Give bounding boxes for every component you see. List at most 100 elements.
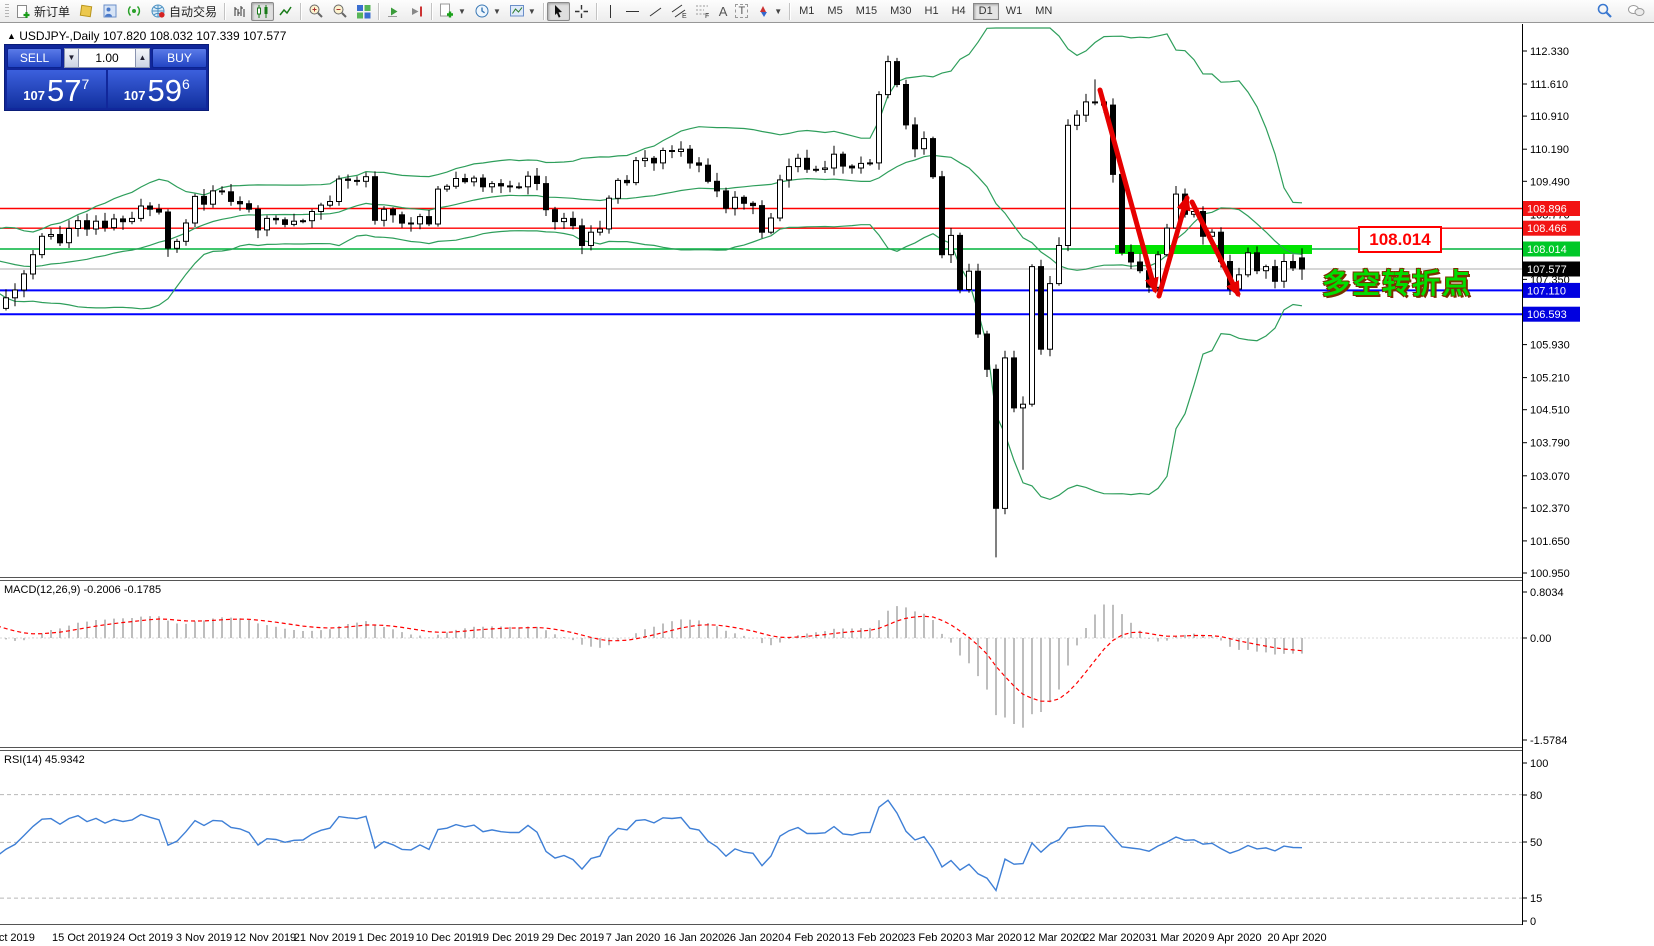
svg-text:31 Mar 2020: 31 Mar 2020 (1145, 932, 1207, 944)
one-click-trading-panel: SELL ▼ ▲ BUY 107577 107596 (4, 44, 209, 111)
svg-text:4 Feb 2020: 4 Feb 2020 (785, 932, 841, 944)
templates-button[interactable]: ▼ (505, 2, 540, 21)
svg-text:0: 0 (1530, 916, 1536, 928)
svg-text:6 Oct 2019: 6 Oct 2019 (0, 932, 35, 944)
volume-decrease-button[interactable]: ▼ (64, 48, 79, 68)
chart-canvas[interactable]: 112.330111.610110.910110.190109.490108.7… (0, 0, 1654, 946)
macd-values: -0.2006 -0.1785 (83, 584, 161, 596)
svg-text:23 Feb 2020: 23 Feb 2020 (903, 932, 965, 944)
svg-text:24 Oct 2019: 24 Oct 2019 (113, 932, 173, 944)
toolbar-grip[interactable] (5, 4, 9, 19)
svg-text:7 Jan 2020: 7 Jan 2020 (606, 932, 660, 944)
auto-scroll-button[interactable] (382, 2, 405, 21)
svg-text:15 Oct 2019: 15 Oct 2019 (52, 932, 112, 944)
svg-text:80: 80 (1530, 790, 1542, 802)
trendline-button[interactable] (644, 2, 667, 21)
user-document-icon[interactable] (98, 2, 122, 21)
timeframe-d1[interactable]: D1 (973, 3, 999, 20)
main-toolbar: 新订单 自动交易 (0, 0, 1654, 23)
periods-button[interactable]: ▼ (470, 2, 505, 21)
chart-symbol-period: USDJPY-,Daily (19, 29, 99, 43)
svg-text:13 Feb 2020: 13 Feb 2020 (842, 932, 904, 944)
svg-text:106.593: 106.593 (1527, 309, 1567, 321)
svg-text:103.070: 103.070 (1530, 471, 1570, 483)
svg-text:107.110: 107.110 (1527, 285, 1566, 297)
svg-text:15: 15 (1530, 893, 1542, 905)
signal-waves-icon[interactable] (122, 2, 146, 21)
timeframe-w1[interactable]: W1 (1000, 3, 1029, 20)
volume-input[interactable] (79, 48, 135, 68)
text-button[interactable]: A (715, 2, 732, 21)
date-axis: 6 Oct 2019 15 Oct 201924 Oct 20193 Nov 20… (0, 932, 1327, 944)
timeframe-m30[interactable]: M30 (884, 3, 917, 20)
svg-text:3 Mar 2020: 3 Mar 2020 (966, 932, 1022, 944)
cursor-button[interactable] (547, 2, 570, 21)
autotrading-button[interactable]: 自动交易 (146, 2, 221, 21)
timeframe-group: M1M5M15M30H1H4D1W1MN (793, 3, 1058, 20)
new-order-icon (16, 4, 31, 19)
svg-text:-1.5784: -1.5784 (1530, 735, 1567, 747)
text-label-button[interactable]: T (731, 2, 752, 21)
bar-chart-button[interactable] (228, 2, 251, 21)
horizontal-line-button[interactable] (621, 2, 644, 21)
svg-text:12 Mar 2020: 12 Mar 2020 (1023, 932, 1085, 944)
svg-text:3 Nov 2019: 3 Nov 2019 (176, 932, 232, 944)
tile-windows-button[interactable] (352, 2, 375, 21)
svg-text:22 Mar 2020: 22 Mar 2020 (1083, 932, 1145, 944)
timeframe-m5[interactable]: M5 (821, 3, 848, 20)
rsi-value: 45.9342 (45, 754, 85, 766)
globe-icon (150, 3, 166, 19)
search-icon[interactable] (1592, 1, 1617, 20)
svg-text:108.896: 108.896 (1527, 204, 1567, 216)
clock-icon (474, 3, 490, 19)
volume-increase-button[interactable]: ▲ (135, 48, 150, 68)
timeframe-m15[interactable]: M15 (850, 3, 883, 20)
svg-text:104.510: 104.510 (1530, 405, 1570, 417)
timeframe-h4[interactable]: H4 (946, 3, 972, 20)
zoom-in-button[interactable] (304, 2, 328, 21)
svg-text:108.466: 108.466 (1527, 223, 1567, 235)
equidistant-channel-button[interactable]: E (667, 2, 691, 21)
svg-text:12 Nov 2019: 12 Nov 2019 (234, 932, 296, 944)
rsi-label: RSI(14) 45.9342 (4, 754, 85, 766)
mt4-window: 新订单 自动交易 (0, 0, 1654, 946)
chart-ohlc-values: 107.820 108.032 107.339 107.577 (103, 29, 287, 43)
volume-stepper: ▼ ▲ (64, 48, 150, 68)
svg-text:111.610: 111.610 (1530, 79, 1568, 91)
svg-text:21 Nov 2019: 21 Nov 2019 (294, 932, 356, 944)
buy-price[interactable]: 107596 (108, 70, 207, 108)
crosshair-button[interactable] (570, 2, 593, 21)
trend-arrow-1 (1100, 90, 1155, 290)
timeframe-mn[interactable]: MN (1029, 3, 1058, 20)
svg-text:102.370: 102.370 (1530, 503, 1570, 515)
svg-text:100: 100 (1530, 758, 1548, 770)
sell-price[interactable]: 107577 (7, 70, 106, 108)
fibonacci-button[interactable]: F (691, 2, 715, 21)
zoom-out-button[interactable] (328, 2, 352, 21)
indicators-button[interactable]: ▼ (435, 2, 470, 21)
arrows-tool-button[interactable]: ▼ (752, 2, 786, 21)
yellow-note-icon[interactable] (74, 2, 98, 21)
svg-text:29 Dec 2019: 29 Dec 2019 (542, 932, 604, 944)
turning-point-note: 多空转折点 (1322, 262, 1472, 302)
line-chart-button[interactable] (274, 2, 297, 21)
sell-button[interactable]: SELL (7, 48, 62, 68)
timeframe-m1[interactable]: M1 (793, 3, 820, 20)
rsi-line (0, 800, 1302, 890)
svg-text:109.490: 109.490 (1530, 176, 1570, 188)
candlestick-chart-button[interactable] (251, 2, 274, 21)
collapse-triangle-icon[interactable]: ▲ (7, 31, 16, 41)
level-price-label: 108.014 (1358, 226, 1442, 253)
vertical-line-button[interactable] (600, 2, 621, 21)
new-order-button[interactable]: 新订单 (12, 2, 74, 21)
svg-text:110.910: 110.910 (1530, 111, 1569, 123)
svg-text:107.577: 107.577 (1527, 264, 1567, 276)
svg-text:105.930: 105.930 (1530, 340, 1570, 352)
bollinger-lower (0, 225, 1302, 500)
timeframe-h1[interactable]: H1 (919, 3, 945, 20)
chat-icon[interactable] (1623, 1, 1650, 20)
chart-shift-button[interactable] (405, 2, 428, 21)
svg-text:0.8034: 0.8034 (1530, 587, 1564, 599)
buy-button[interactable]: BUY (152, 48, 207, 68)
svg-text:101.650: 101.650 (1530, 536, 1570, 548)
